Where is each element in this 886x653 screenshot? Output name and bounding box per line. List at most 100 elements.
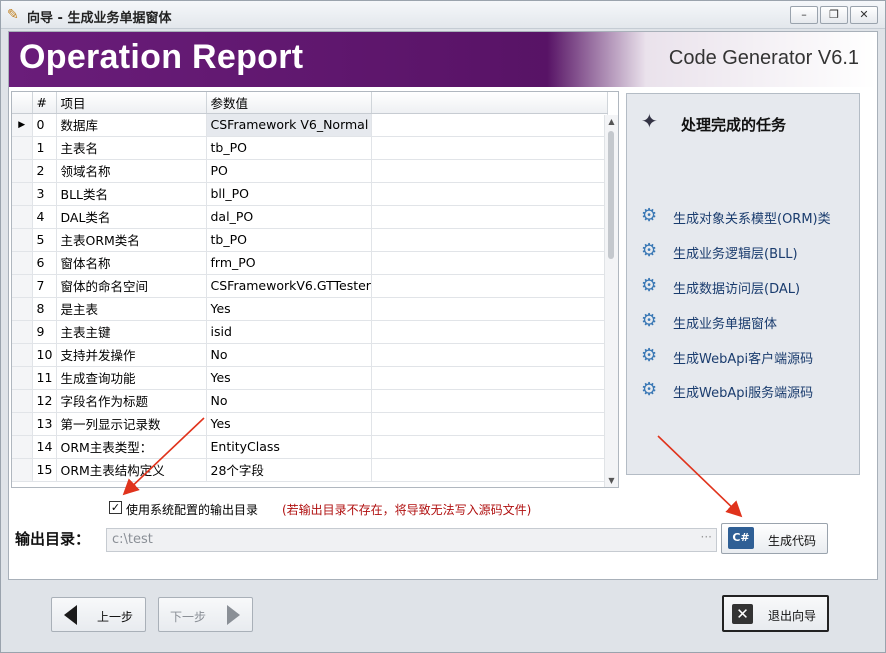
table-row[interactable]: 4 DAL类名 dal_PO	[12, 205, 608, 229]
scroll-down-icon[interactable]: ▼	[605, 474, 618, 487]
table-row[interactable]: 11 生成查询功能 Yes	[12, 366, 608, 390]
row-value[interactable]: EntityClass	[206, 435, 372, 459]
prev-label: 上一步	[97, 610, 134, 624]
table-row[interactable]: 8 是主表 Yes	[12, 297, 608, 321]
table-row[interactable]: 12 字段名作为标题 No	[12, 389, 608, 413]
report-banner: Operation Report Code Generator V6.1	[9, 32, 877, 87]
wand-icon: ✎	[7, 7, 19, 23]
row-num: 7	[32, 274, 57, 298]
next-button[interactable]: 下一步	[158, 597, 253, 632]
table-row[interactable]: 10 支持并发操作 No	[12, 343, 608, 367]
output-warning: (若输出目录不存在，将导致无法写入源码文件)	[282, 503, 532, 517]
row-value[interactable]: CSFrameworkV6.GTTester	[206, 274, 372, 298]
row-num: 3	[32, 182, 57, 206]
row-value[interactable]: tb_PO	[206, 136, 372, 160]
output-dir-input[interactable]: c:\test ···	[106, 528, 717, 552]
table-row[interactable]: 13 第一列显示记录数 Yes	[12, 412, 608, 436]
row-value[interactable]: dal_PO	[206, 205, 372, 229]
task-panel: ✦ 处理完成的任务 ⚙ 生成对象关系模型(ORM)类 ⚙ 生成业务逻辑层(BLL) ⚙ 生…	[626, 93, 860, 475]
row-indicator-icon: ▶	[12, 113, 33, 137]
row-num: 11	[32, 366, 57, 390]
row-item[interactable]: ORM主表类型：	[56, 435, 207, 459]
row-value[interactable]: tb_PO	[206, 228, 372, 252]
row-value[interactable]: 28个字段	[206, 458, 372, 482]
row-indicator-icon	[12, 297, 33, 321]
task-label: 生成业务单据窗体	[673, 317, 778, 332]
title-bar[interactable]: ✎ 向导 - 生成业务单据窗体 – ❐ ✕	[1, 1, 885, 29]
gear-icon: ⚙	[641, 379, 658, 400]
grid-scrollbar[interactable]: ▲ ▼	[604, 115, 618, 487]
table-row[interactable]: 14 ORM主表类型： EntityClass	[12, 435, 608, 459]
row-item[interactable]: 窗体名称	[56, 251, 207, 275]
row-value[interactable]: Yes	[206, 297, 372, 321]
grid-header-num[interactable]: #	[32, 92, 57, 114]
row-filler	[371, 458, 608, 482]
row-indicator-icon	[12, 205, 33, 229]
row-filler	[371, 182, 608, 206]
row-item[interactable]: 主表ORM类名	[56, 228, 207, 252]
row-filler	[371, 297, 608, 321]
row-item[interactable]: 是主表	[56, 297, 207, 321]
row-indicator-icon	[12, 320, 33, 344]
row-filler	[371, 159, 608, 183]
table-row[interactable]: 15 ORM主表结构定义 28个字段	[12, 458, 608, 482]
exit-icon: ✕	[732, 604, 753, 624]
checkbox-label[interactable]: 使用系统配置的输出目录	[126, 501, 258, 518]
row-value[interactable]: bll_PO	[206, 182, 372, 206]
table-row[interactable]: 1 主表名 tb_PO	[12, 136, 608, 160]
row-filler	[371, 435, 608, 459]
row-item[interactable]: 主表名	[56, 136, 207, 160]
row-item[interactable]: BLL类名	[56, 182, 207, 206]
row-value[interactable]: CSFramework V6_Normal	[206, 113, 372, 137]
task-label: 生成数据访问层(DAL)	[673, 282, 801, 297]
browse-icon[interactable]: ···	[701, 526, 712, 548]
row-value[interactable]: frm_PO	[206, 251, 372, 275]
row-item[interactable]: 主表主键	[56, 320, 207, 344]
generate-code-button[interactable]: C# 生成代码	[721, 523, 828, 554]
row-value[interactable]: Yes	[206, 366, 372, 390]
prev-button[interactable]: 上一步	[51, 597, 146, 632]
table-row[interactable]: 5 主表ORM类名 tb_PO	[12, 228, 608, 252]
parameter-grid[interactable]: # 项目 参数值 ▶ 0 数据库 CSFramework V6_Normal 1 主表名 t…	[11, 91, 619, 488]
grid-header-value[interactable]: 参数值	[206, 92, 372, 114]
table-row[interactable]: 6 窗体名称 frm_PO	[12, 251, 608, 275]
row-num: 4	[32, 205, 57, 229]
row-num: 10	[32, 343, 57, 367]
row-filler	[371, 389, 608, 413]
table-row[interactable]: 7 窗体的命名空间 CSFrameworkV6.GTTester	[12, 274, 608, 298]
row-indicator-icon	[12, 136, 33, 160]
arrow-left-icon	[64, 605, 77, 625]
row-item[interactable]: 生成查询功能	[56, 366, 207, 390]
row-item[interactable]: 领域名称	[56, 159, 207, 183]
table-row[interactable]: 3 BLL类名 bll_PO	[12, 182, 608, 206]
row-value[interactable]: PO	[206, 159, 372, 183]
use-system-dir-checkbox[interactable]: ✓	[109, 501, 122, 514]
grid-header-item[interactable]: 项目	[56, 92, 207, 114]
row-value[interactable]: No	[206, 389, 372, 413]
close-button[interactable]: ✕	[850, 6, 878, 24]
row-item[interactable]: 字段名作为标题	[56, 389, 207, 413]
table-row[interactable]: 2 领域名称 PO	[12, 159, 608, 183]
task-heading: 处理完成的任务	[681, 116, 787, 134]
row-item[interactable]: 数据库	[56, 113, 207, 137]
row-value[interactable]: Yes	[206, 412, 372, 436]
scroll-thumb[interactable]	[608, 131, 614, 259]
row-item[interactable]: DAL类名	[56, 205, 207, 229]
table-row[interactable]: ▶ 0 数据库 CSFramework V6_Normal	[12, 113, 608, 137]
task-label: 生成业务逻辑层(BLL)	[673, 247, 798, 262]
minimize-button[interactable]: –	[790, 6, 818, 24]
row-item[interactable]: 窗体的命名空间	[56, 274, 207, 298]
task-label: 生成对象关系模型(ORM)类	[673, 212, 831, 227]
exit-wizard-button[interactable]: ✕ 退出向导	[722, 595, 829, 632]
restore-button[interactable]: ❐	[820, 6, 848, 24]
row-num: 0	[32, 113, 57, 137]
row-item[interactable]: 第一列显示记录数	[56, 412, 207, 436]
row-value[interactable]: isid	[206, 320, 372, 344]
row-item[interactable]: ORM主表结构定义	[56, 458, 207, 482]
row-indicator-icon	[12, 182, 33, 206]
table-row[interactable]: 9 主表主键 isid	[12, 320, 608, 344]
row-item[interactable]: 支持并发操作	[56, 343, 207, 367]
scroll-up-icon[interactable]: ▲	[605, 115, 618, 129]
row-indicator-icon	[12, 389, 33, 413]
row-value[interactable]: No	[206, 343, 372, 367]
